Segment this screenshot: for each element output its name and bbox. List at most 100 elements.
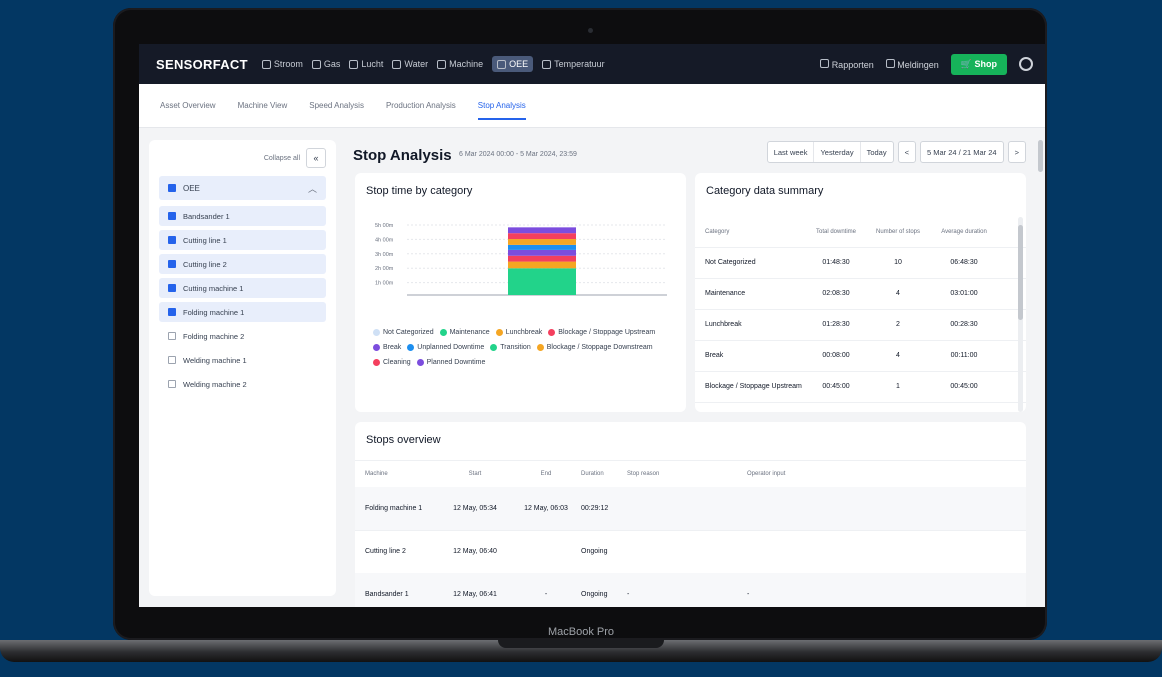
legend-item[interactable]: Cleaning bbox=[373, 356, 411, 369]
nav-item-temperatuur[interactable]: Temperatuur bbox=[542, 59, 605, 69]
overview-col-header[interactable]: End bbox=[511, 471, 581, 477]
machine-checkbox[interactable] bbox=[168, 236, 176, 244]
bar-segment[interactable] bbox=[508, 255, 576, 262]
summary-cell: 00:45:00 bbox=[822, 383, 850, 390]
date-preset-button[interactable]: Last week bbox=[768, 142, 815, 162]
nav-item-stroom[interactable]: Stroom bbox=[261, 59, 303, 69]
summary-row: Blockage / Stoppage Upstream 00:45:00 1 00:… bbox=[695, 371, 1026, 403]
legend-item[interactable]: Unplanned Downtime bbox=[407, 341, 484, 354]
legend-item[interactable]: Maintenance bbox=[439, 326, 490, 339]
legend-swatch bbox=[407, 344, 415, 351]
machine-label: Cutting line 2 bbox=[183, 259, 227, 269]
tab-asset-overview[interactable]: Asset Overview bbox=[160, 101, 216, 110]
machine-list: Bandsander 1 Cutting line 1 Cutting line 2… bbox=[159, 206, 326, 398]
overview-row[interactable]: Cutting line 2 12 May, 06:40 Ongoing bbox=[355, 530, 1026, 574]
nav-item-lucht[interactable]: Lucht bbox=[349, 59, 383, 69]
legend-item[interactable]: Lunchbreak bbox=[495, 326, 542, 339]
machine-checkbox[interactable] bbox=[168, 284, 176, 292]
summary-col-header[interactable]: Number of stops bbox=[867, 229, 929, 235]
legend-item[interactable]: Planned Downtime bbox=[416, 356, 485, 369]
legend-swatch bbox=[373, 344, 380, 351]
machine-checkbox[interactable] bbox=[168, 308, 176, 316]
machine-list-item[interactable]: Folding machine 1 bbox=[159, 302, 326, 322]
overview-row[interactable]: Folding machine 1 12 May, 05:34 12 May, 06… bbox=[355, 487, 1026, 531]
overview-col-header[interactable]: Operator input bbox=[747, 471, 867, 477]
bar-segment[interactable] bbox=[508, 244, 576, 250]
reports-link[interactable]: Rapporten bbox=[820, 58, 874, 70]
summary-col-header[interactable]: Total downtime bbox=[805, 229, 867, 235]
nav-item-water[interactable]: Water bbox=[392, 59, 428, 69]
machine-list-item[interactable]: Folding machine 2 bbox=[159, 326, 326, 346]
notifications-link[interactable]: Meldingen bbox=[885, 58, 939, 70]
nav-icon bbox=[542, 59, 552, 69]
summary-title: Category data summary bbox=[706, 185, 824, 197]
machine-list-item[interactable]: Cutting line 1 bbox=[159, 230, 326, 250]
chevron-up-icon[interactable]: ︿ bbox=[308, 182, 317, 195]
overview-col-header[interactable]: Stop reason bbox=[627, 471, 747, 477]
nav-item-gas[interactable]: Gas bbox=[311, 59, 340, 69]
settings-icon[interactable] bbox=[1019, 57, 1033, 71]
shop-button[interactable]: 🛒 Shop bbox=[950, 53, 1007, 75]
machine-list-item[interactable]: Cutting machine 1 bbox=[159, 278, 326, 298]
overview-row[interactable]: Bandsander 1 12 May, 06:41 - Ongoing - - bbox=[355, 573, 1026, 607]
legend-item[interactable]: Break bbox=[373, 341, 401, 354]
machine-list-item[interactable]: Welding machine 2 bbox=[159, 374, 326, 394]
bar-segment[interactable] bbox=[508, 261, 576, 269]
machine-checkbox[interactable] bbox=[168, 380, 176, 388]
summary-cell: 01:28:30 bbox=[822, 321, 850, 328]
summary-row: Not Categorized 01:48:30 10 06:48:30 bbox=[695, 247, 1026, 279]
overview-col-header[interactable]: Machine bbox=[355, 471, 439, 477]
group-checkbox[interactable] bbox=[168, 184, 176, 192]
summary-scrollbar[interactable] bbox=[1018, 217, 1023, 412]
tab-speed-analysis[interactable]: Speed Analysis bbox=[309, 101, 364, 110]
summary-col-header[interactable]: Category bbox=[695, 229, 805, 235]
collapse-all[interactable]: Collapse all « bbox=[264, 148, 326, 168]
date-preset-button[interactable]: Yesterday bbox=[814, 142, 861, 162]
shop-label: Shop bbox=[974, 58, 998, 69]
page-scrollbar[interactable] bbox=[1038, 132, 1043, 602]
stop-time-chart: 5h 00m 4h 00m 3h 00m 2h 00m 1h 00m bbox=[375, 223, 667, 296]
bar-segment[interactable] bbox=[508, 268, 576, 295]
machine-list-item[interactable]: Cutting line 2 bbox=[159, 254, 326, 274]
page-scroll-thumb[interactable] bbox=[1038, 140, 1043, 172]
tab-stop-analysis[interactable]: Stop Analysis bbox=[477, 101, 526, 120]
tab-production-analysis[interactable]: Production Analysis bbox=[386, 101, 456, 110]
bar-segment[interactable] bbox=[508, 249, 576, 256]
bar-segment[interactable] bbox=[508, 233, 576, 240]
date-range-picker[interactable]: 5 Mar 24 / 21 Mar 24 bbox=[919, 141, 1004, 163]
summary-cell: Blockage / Stoppage Upstream bbox=[705, 383, 802, 390]
summary-cell: 4 bbox=[896, 352, 900, 359]
brand-logo[interactable]: SENSORFACT bbox=[156, 57, 248, 72]
reports-label: Rapporten bbox=[831, 59, 874, 70]
collapse-icon[interactable]: « bbox=[306, 148, 326, 168]
legend-item[interactable]: Blockage / Stoppage Upstream bbox=[548, 326, 655, 339]
tab-machine-view[interactable]: Machine View bbox=[238, 101, 288, 110]
machine-checkbox[interactable] bbox=[168, 260, 176, 268]
prev-period-button[interactable]: < bbox=[897, 141, 916, 163]
nav-item-oee[interactable]: OEE bbox=[492, 56, 534, 72]
overview-col-header[interactable]: Start bbox=[439, 471, 511, 477]
machine-checkbox[interactable] bbox=[168, 356, 176, 364]
nav-label: Temperatuur bbox=[554, 59, 605, 69]
next-period-button[interactable]: > bbox=[1007, 141, 1026, 163]
sub-tabs: Asset Overview Machine View Speed Analysis… bbox=[139, 84, 1045, 128]
legend-item[interactable]: Transition bbox=[490, 341, 531, 354]
bar-segment[interactable] bbox=[508, 239, 576, 245]
legend-item[interactable]: Blockage / Stoppage Downstream bbox=[536, 341, 653, 354]
summary-cell: 03:01:00 bbox=[950, 290, 978, 297]
date-preset-button[interactable]: Today bbox=[861, 142, 893, 162]
bar-segment[interactable] bbox=[508, 227, 576, 234]
group-header-oee[interactable]: OEE ︿ bbox=[159, 176, 326, 200]
summary-scroll-thumb[interactable] bbox=[1018, 225, 1023, 320]
summary-col-header[interactable]: Average duration bbox=[929, 229, 999, 235]
machine-list-item[interactable]: Welding machine 1 bbox=[159, 350, 326, 370]
machine-checkbox[interactable] bbox=[168, 212, 176, 220]
nav-item-machine[interactable]: Machine bbox=[437, 59, 483, 69]
machine-checkbox[interactable] bbox=[168, 332, 176, 340]
nav-icon bbox=[261, 59, 271, 69]
overview-cell: Folding machine 1 bbox=[365, 505, 423, 512]
machine-list-item[interactable]: Bandsander 1 bbox=[159, 206, 326, 226]
overview-col-header[interactable]: Duration bbox=[581, 471, 627, 477]
nav-icon bbox=[311, 59, 321, 69]
legend-item[interactable]: Not Categorized bbox=[373, 326, 434, 339]
